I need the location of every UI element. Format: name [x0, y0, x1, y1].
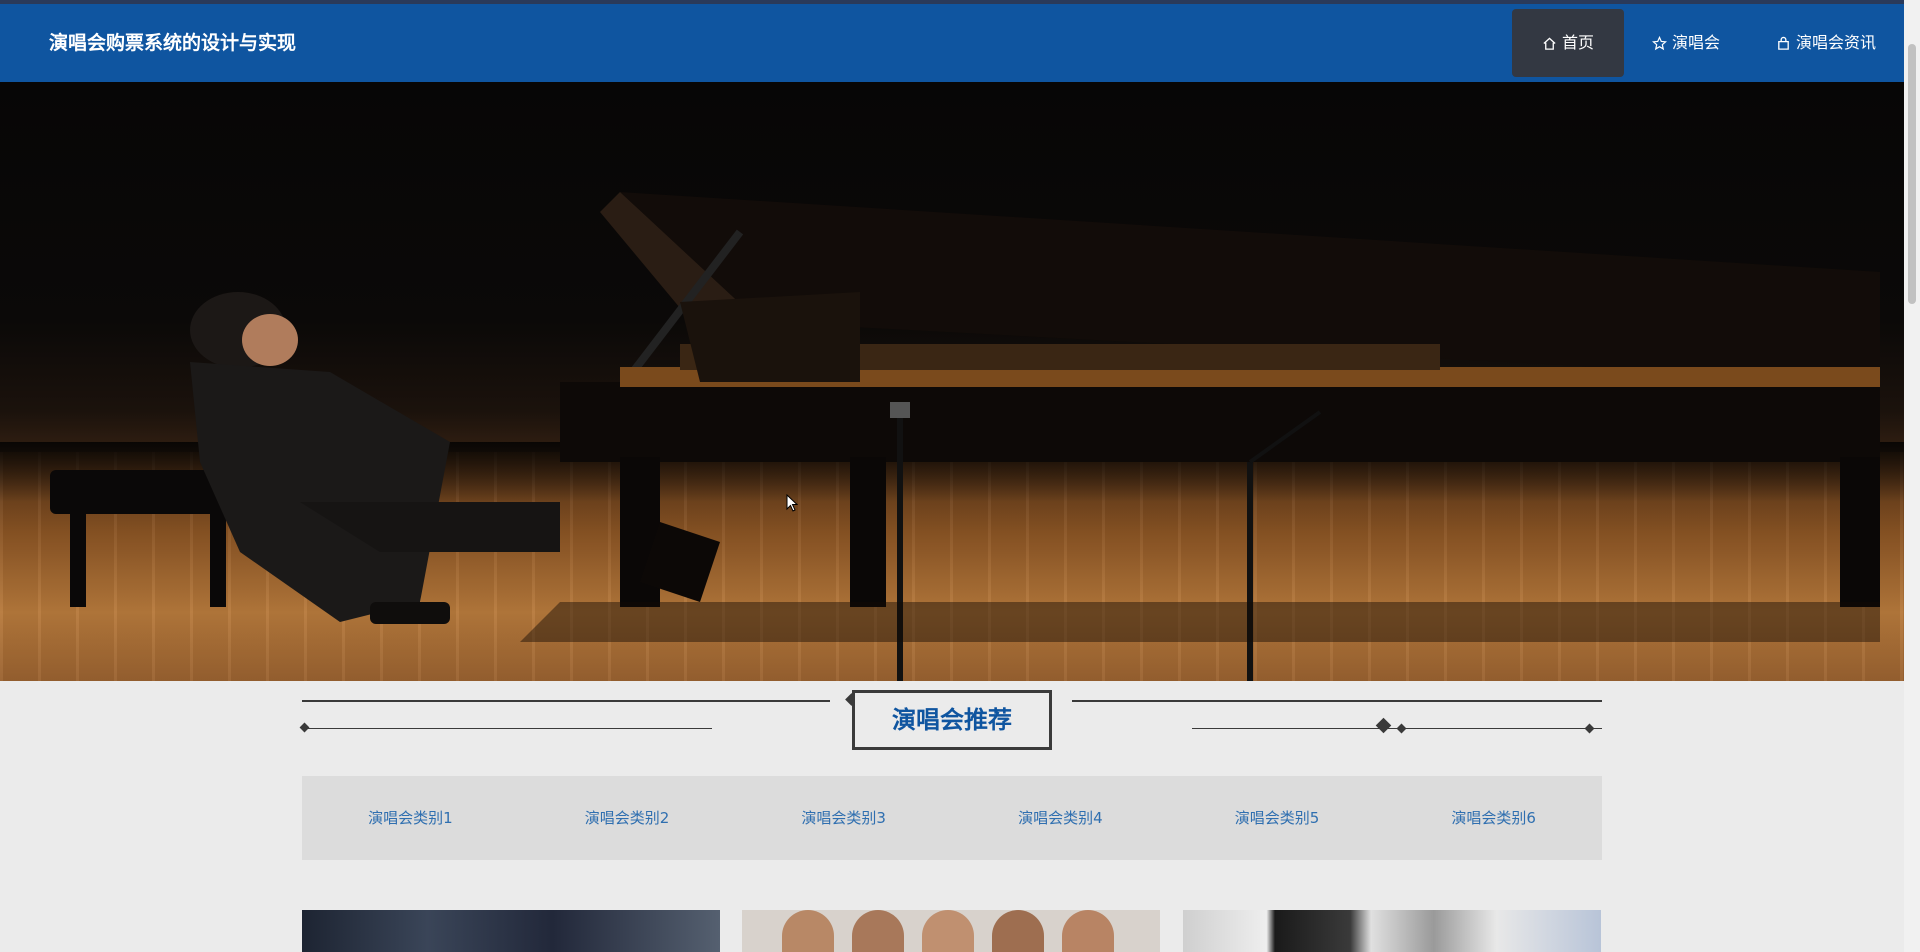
nav-item-home-label: 首页	[1561, 33, 1594, 52]
category-item-2[interactable]: 演唱会类别2	[519, 776, 736, 860]
nav-item-news[interactable]: 演唱会资讯	[1748, 4, 1904, 82]
category-item-5[interactable]: 演唱会类别5	[1169, 776, 1386, 860]
diamond-ornament	[1375, 717, 1392, 734]
pianist-photo	[50, 192, 1880, 681]
bag-icon	[1778, 36, 1789, 50]
concert-card-image[interactable]	[742, 910, 1160, 952]
hero-banner	[0, 82, 1904, 681]
diamond-ornament	[1584, 723, 1595, 734]
nav-item-concerts[interactable]: 演唱会	[1624, 4, 1748, 82]
nav-item-home[interactable]: 首页	[1511, 9, 1624, 77]
scrollbar-thumb[interactable]	[1908, 44, 1916, 304]
category-item-6[interactable]: 演唱会类别6	[1385, 776, 1602, 860]
category-item-4[interactable]: 演唱会类别4	[952, 776, 1169, 860]
mouse-cursor-icon	[786, 494, 798, 512]
nav-item-concerts-label: 演唱会	[1671, 33, 1720, 52]
home-icon	[1543, 36, 1556, 50]
page-scrollbar[interactable]	[1904, 0, 1920, 952]
section-title: 演唱会推荐	[852, 690, 1052, 750]
section-header: 演唱会推荐	[299, 690, 1602, 750]
diamond-ornament	[299, 722, 310, 733]
star-icon	[1651, 35, 1667, 50]
main-nav: 首页 演唱会 演唱会资讯	[1511, 4, 1904, 82]
navbar: 演唱会购票系统的设计与实现 首页 演唱会 演唱会资讯	[0, 4, 1904, 82]
category-item-1[interactable]: 演唱会类别1	[302, 776, 519, 860]
diamond-ornament	[1396, 723, 1407, 734]
concert-card-image[interactable]	[302, 910, 720, 952]
concert-cards	[302, 910, 1602, 952]
category-bar: 演唱会类别1 演唱会类别2 演唱会类别3 演唱会类别4 演唱会类别5 演唱会类别…	[302, 776, 1602, 860]
category-item-3[interactable]: 演唱会类别3	[735, 776, 952, 860]
site-title: 演唱会购票系统的设计与实现	[49, 32, 297, 54]
concert-card-image[interactable]	[1183, 910, 1601, 952]
nav-item-news-label: 演唱会资讯	[1795, 33, 1876, 52]
